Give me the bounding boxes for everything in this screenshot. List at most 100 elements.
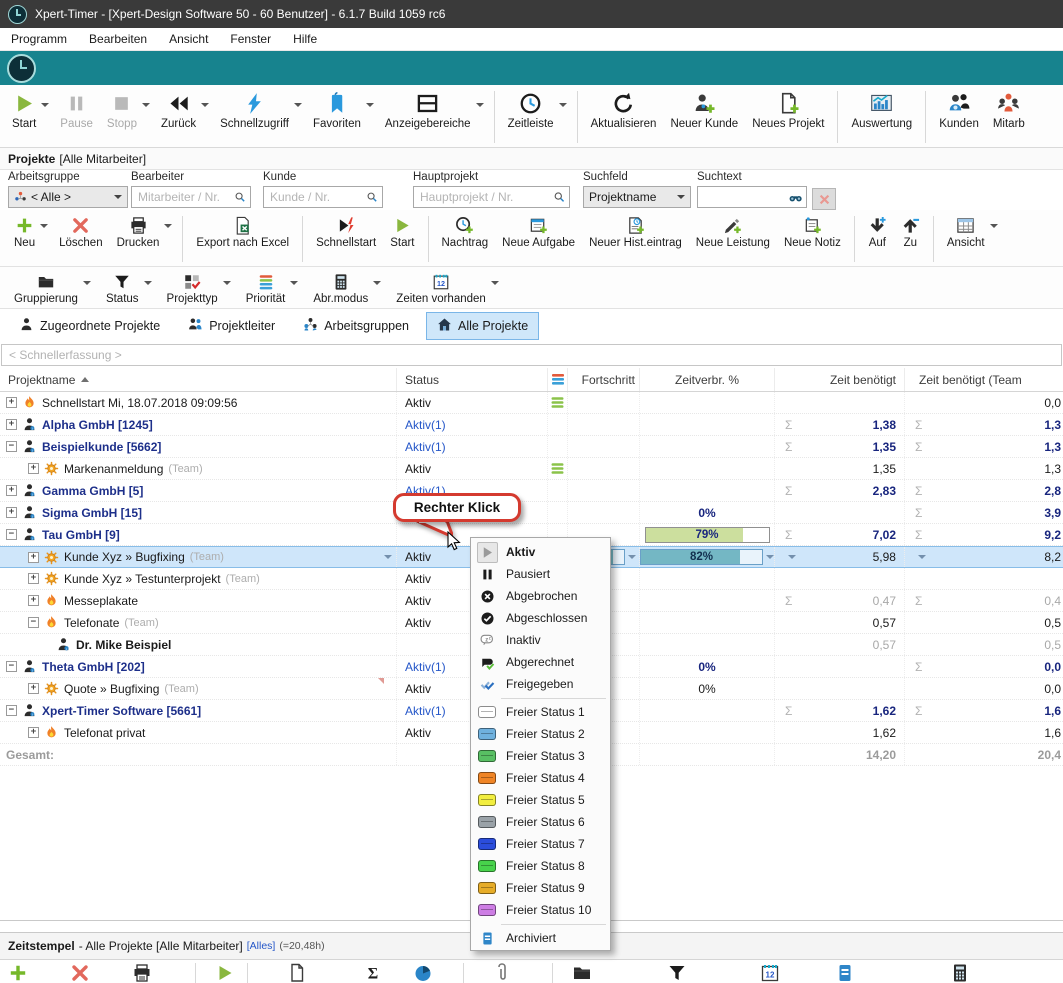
- menu-ansicht[interactable]: Ansicht: [158, 28, 219, 50]
- expand-icon[interactable]: +: [28, 683, 39, 694]
- toolbar-button-schnellzugriff[interactable]: Schnellzugriff: [214, 87, 305, 147]
- arbeitsgruppe-select[interactable]: < Alle >: [8, 186, 128, 208]
- toolbar-button-start[interactable]: Start: [384, 212, 420, 266]
- context-menu-item-abgebrochen[interactable]: Abgebrochen: [471, 585, 610, 607]
- table-row-sigma-gmbh-15[interactable]: +iSigma GmbH [15]0%Σ3,9: [0, 502, 1063, 524]
- bottom-toolbar-folder-icon[interactable]: [572, 963, 592, 983]
- dropdown-arrow-icon[interactable]: [373, 281, 381, 285]
- collapse-icon[interactable]: −: [6, 705, 17, 716]
- collapse-icon[interactable]: −: [28, 617, 39, 628]
- collapse-icon[interactable]: −: [6, 441, 17, 452]
- toolbar-button-status[interactable]: Status: [100, 269, 155, 308]
- search-icon[interactable]: [234, 190, 246, 204]
- column-header-zeitverbr[interactable]: Zeitverbr. %: [640, 368, 775, 391]
- toolbar-button-zeiten-vorhanden[interactable]: 12Zeiten vorhanden: [390, 269, 502, 308]
- context-menu-item-aktiv[interactable]: Aktiv: [471, 541, 610, 563]
- context-menu-item-freier-status-1[interactable]: Freier Status 1: [471, 701, 610, 723]
- toolbar-button-zu[interactable]: Zu: [895, 212, 926, 266]
- toolbar-button-neues-projekt[interactable]: Neues Projekt: [746, 87, 830, 147]
- toolbar-button-zeitleiste[interactable]: Zeitleiste: [502, 87, 570, 147]
- bottom-toolbar-sigma-icon[interactable]: Σ: [363, 963, 383, 983]
- bottom-toolbar-paperclip-icon[interactable]: [493, 963, 513, 983]
- context-menu-item-freigegeben[interactable]: Freigegeben: [471, 673, 610, 695]
- toolbar-button-ansicht[interactable]: Ansicht: [941, 212, 1001, 266]
- bottom-toolbar-printer-icon[interactable]: [132, 963, 152, 983]
- context-menu-item-freier-status-2[interactable]: Freier Status 2: [471, 723, 610, 745]
- cell-dropdown-icon[interactable]: [766, 555, 774, 559]
- dropdown-arrow-icon[interactable]: [990, 224, 998, 228]
- expand-icon[interactable]: +: [28, 463, 39, 474]
- bottom-toolbar-doc-icon[interactable]: [287, 963, 307, 983]
- toolbar-button-mitarb[interactable]: Mitarb: [987, 87, 1031, 147]
- toolbar-button-anzeigebereiche[interactable]: Anzeigebereiche: [379, 87, 487, 147]
- toolbar-button-start[interactable]: Start: [6, 87, 52, 147]
- clear-search-button[interactable]: [812, 188, 836, 210]
- menu-hilfe[interactable]: Hilfe: [282, 28, 328, 50]
- context-menu-item-freier-status-5[interactable]: Freier Status 5: [471, 789, 610, 811]
- expand-icon[interactable]: +: [6, 419, 17, 430]
- context-menu-item-freier-status-7[interactable]: Freier Status 7: [471, 833, 610, 855]
- suchtext-input[interactable]: [702, 189, 789, 205]
- cell-dropdown-icon[interactable]: [788, 555, 796, 559]
- dropdown-arrow-icon[interactable]: [144, 281, 152, 285]
- toolbar-button-l-schen[interactable]: Löschen: [53, 212, 108, 266]
- dropdown-arrow-icon[interactable]: [223, 281, 231, 285]
- context-menu-item-freier-status-6[interactable]: Freier Status 6: [471, 811, 610, 833]
- bottom-toolbar-pie-icon[interactable]: [413, 963, 433, 983]
- context-menu-item-freier-status-9[interactable]: Freier Status 9: [471, 877, 610, 899]
- bottom-toolbar-funnel-icon[interactable]: [667, 963, 687, 983]
- dropdown-arrow-icon[interactable]: [41, 103, 49, 107]
- context-menu-item-archiviert[interactable]: Archiviert: [471, 927, 610, 949]
- bottom-toolbar-calculator-icon[interactable]: [950, 963, 970, 983]
- dropdown-arrow-icon[interactable]: [83, 281, 91, 285]
- toolbar-button-export-nach-excel[interactable]: Export nach Excel: [190, 212, 295, 266]
- context-menu-item-freier-status-8[interactable]: Freier Status 8: [471, 855, 610, 877]
- dropdown-arrow-icon[interactable]: [201, 103, 209, 107]
- dropdown-arrow-icon[interactable]: [491, 281, 499, 285]
- table-row-alpha-gmbh-1245[interactable]: +iAlpha GmbH [1245]Aktiv(1)Σ1,38Σ1,3: [0, 414, 1063, 436]
- expand-icon[interactable]: +: [28, 573, 39, 584]
- dropdown-arrow-icon[interactable]: [559, 103, 567, 107]
- dropdown-arrow-icon[interactable]: [290, 281, 298, 285]
- toolbar-button-auswertung[interactable]: Auswertung: [845, 87, 918, 147]
- bottom-toolbar-plus-icon[interactable]: [8, 963, 28, 983]
- dropdown-arrow-icon[interactable]: [164, 224, 172, 228]
- expand-icon[interactable]: +: [28, 552, 39, 563]
- toolbar-button-neue-aufgabe[interactable]: Neue Aufgabe: [496, 212, 581, 266]
- bottom-toolbar-archive-blue-icon[interactable]: [835, 963, 855, 983]
- expand-icon[interactable]: +: [28, 727, 39, 738]
- table-row-markenanmeldung[interactable]: +Markenanmeldung(Team)Aktiv1,351,3: [0, 458, 1063, 480]
- toolbar-button-pause[interactable]: Pause: [54, 87, 99, 147]
- expand-icon[interactable]: +: [6, 485, 17, 496]
- kunde-input[interactable]: [268, 189, 366, 205]
- tab-zugeordnete-projekte[interactable]: Zugeordnete Projekte: [8, 312, 171, 340]
- toolbar-button-aktualisieren[interactable]: Aktualisieren: [585, 87, 663, 147]
- expand-icon[interactable]: +: [28, 595, 39, 606]
- quick-entry-input[interactable]: [1, 344, 1062, 366]
- toolbar-button-neue-notiz[interactable]: Neue Notiz: [778, 212, 847, 266]
- context-menu-item-freier-status-3[interactable]: Freier Status 3: [471, 745, 610, 767]
- column-header-status[interactable]: Status: [397, 368, 548, 391]
- bottom-toolbar-calendar12-icon[interactable]: 12: [760, 963, 780, 983]
- toolbar-button-projekttyp[interactable]: Projekttyp: [161, 269, 234, 308]
- collapse-icon[interactable]: −: [6, 661, 17, 672]
- column-header-projektname[interactable]: Projektname: [0, 368, 397, 391]
- bottom-toolbar-xmark-icon[interactable]: [70, 963, 90, 983]
- toolbar-button-kunden[interactable]: Kunden: [933, 87, 985, 147]
- toolbar-button-neuer-hist-eintrag[interactable]: Neuer Hist.eintrag: [583, 212, 688, 266]
- context-menu-item-freier-status-4[interactable]: Freier Status 4: [471, 767, 610, 789]
- toolbar-button-schnellstart[interactable]: Schnellstart: [310, 212, 382, 266]
- search-icon[interactable]: [366, 190, 378, 204]
- dropdown-arrow-icon[interactable]: [40, 224, 48, 228]
- cell-dropdown-icon[interactable]: [384, 555, 392, 559]
- context-menu-item-inaktiv[interactable]: zzInaktiv: [471, 629, 610, 651]
- toolbar-button-abr-modus[interactable]: Abr.modus: [307, 269, 384, 308]
- toolbar-button-neu[interactable]: Neu: [8, 212, 51, 266]
- toolbar-button-favoriten[interactable]: Favoriten: [307, 87, 377, 147]
- menu-programm[interactable]: Programm: [0, 28, 78, 50]
- suchfeld-select[interactable]: Projektname: [583, 186, 691, 208]
- table-row-schnellstart-mi-18-07-2018-09-09-56[interactable]: +Schnellstart Mi, 18.07.2018 09:09:56Akt…: [0, 392, 1063, 414]
- menu-fenster[interactable]: Fenster: [219, 28, 282, 50]
- cell-dropdown-icon[interactable]: [628, 555, 636, 559]
- dropdown-arrow-icon[interactable]: [366, 103, 374, 107]
